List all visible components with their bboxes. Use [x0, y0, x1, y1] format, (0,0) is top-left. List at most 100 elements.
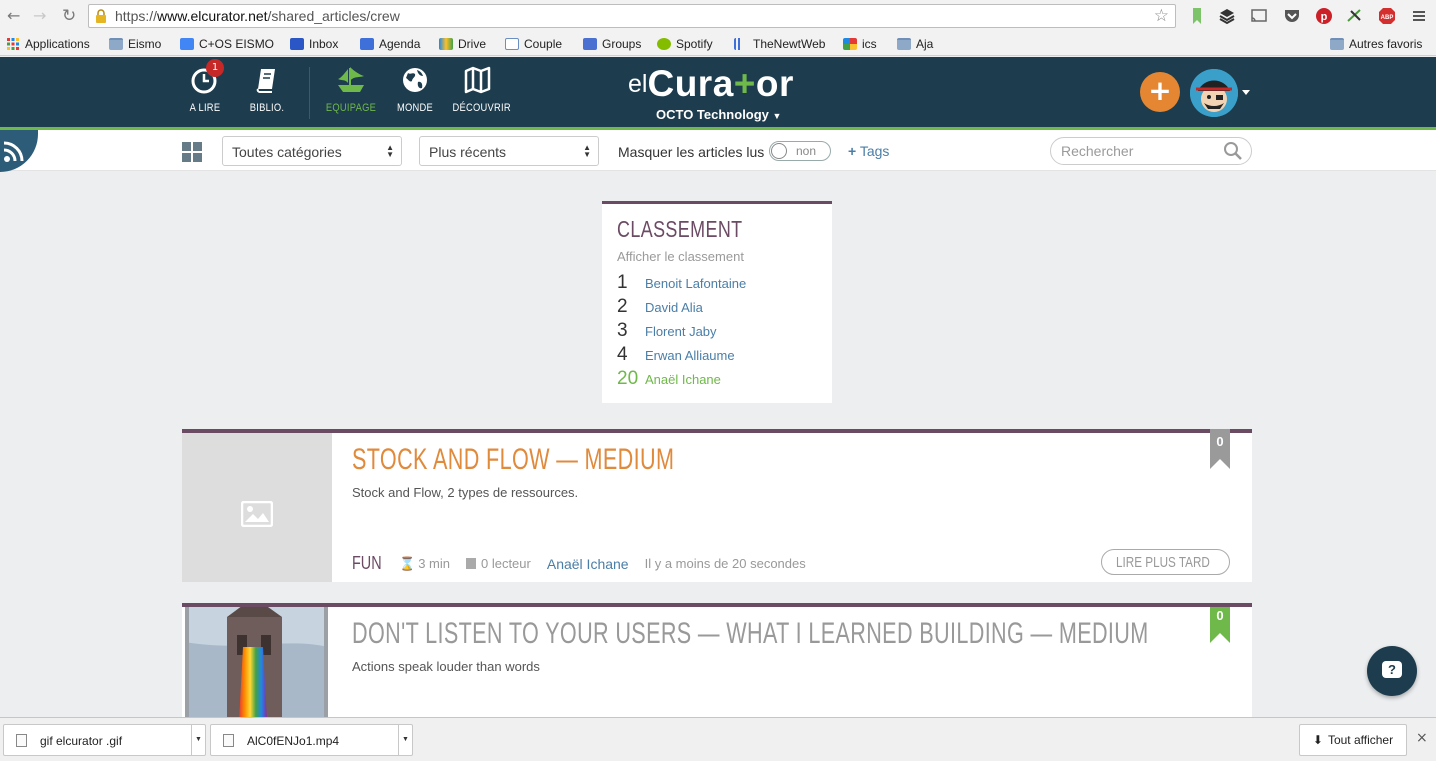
ranking-user-link[interactable]: Florent Jaby [645, 324, 717, 339]
google-icon [180, 38, 194, 50]
download-arrow-icon: ⬇ [1312, 733, 1323, 747]
bookmark-eismo[interactable]: Eismo [109, 35, 161, 53]
bookmark-label: Eismo [128, 37, 162, 51]
groups-icon [583, 38, 597, 50]
svg-text:ABP: ABP [1381, 15, 1394, 21]
pinterest-icon[interactable]: p [1315, 7, 1333, 25]
article-category[interactable]: FUN [352, 553, 382, 574]
church-photo-icon [185, 607, 328, 717]
ranking-show-link[interactable]: Afficher le classement [617, 249, 744, 264]
svg-text:p: p [1321, 11, 1328, 23]
download-menu-icon[interactable]: ▼ [398, 725, 412, 755]
download-item[interactable]: AlC0fENJo1.mp4 ▼ [210, 724, 413, 756]
nav-biblio[interactable]: BIBLIO. [237, 65, 297, 114]
nav-a-lire[interactable]: 1 A LIRE [175, 59, 235, 114]
search-icon[interactable] [1223, 141, 1243, 161]
ranking-user-link[interactable]: David Alia [645, 300, 703, 315]
bookmark-green-icon[interactable] [1188, 7, 1206, 25]
article-counter-flag: 0 [1210, 607, 1230, 643]
download-filename: AlC0fENJo1.mp4 [247, 734, 340, 748]
bookmark-drive[interactable]: Drive [439, 35, 486, 53]
bookmark-label: Couple [524, 37, 563, 51]
show-all-downloads-button[interactable]: ⬇ Tout afficher [1299, 724, 1407, 756]
extension-arrows-icon[interactable] [1346, 7, 1364, 25]
folder-icon [897, 38, 911, 50]
bookmark-aja[interactable]: Aja [897, 35, 933, 53]
bookmark-thenewtweb[interactable]: TheNewtWeb [734, 35, 825, 53]
ranking-user-link[interactable]: Anaël Ichane [645, 372, 721, 387]
close-icon[interactable]: × [1416, 730, 1428, 746]
select-arrows-icon: ▲ ▼ [386, 143, 394, 159]
unread-badge: 1 [206, 59, 224, 77]
add-article-button[interactable]: + [1140, 72, 1180, 112]
bookmark-label: Autres favoris [1349, 37, 1423, 51]
bookmark-star-icon[interactable]: ☆ [1154, 6, 1169, 26]
brand-logo[interactable]: elCura+or [628, 63, 794, 105]
caret-down-icon: ▼ [772, 111, 782, 121]
search-box [1050, 137, 1252, 165]
bookmark-label: ics [862, 37, 877, 51]
grid-view-icon[interactable] [182, 142, 202, 162]
url-path: /shared_articles/crew [267, 8, 400, 24]
bookmark-other[interactable]: Autres favoris [1330, 35, 1422, 53]
avatar-caret-icon[interactable] [1242, 90, 1250, 95]
browser-toolbar: ← → ↻ https://www.elcurator.net/shared_a… [0, 0, 1436, 32]
reload-icon[interactable]: ↻ [62, 6, 76, 26]
file-icon [16, 734, 27, 747]
hide-read-toggle[interactable]: non [769, 141, 831, 161]
bookmark-label: C+OS EISMO [199, 37, 275, 51]
ranking-user-link[interactable]: Erwan Alliaume [645, 348, 735, 363]
avatar[interactable] [1190, 69, 1238, 117]
sort-value: Plus récents [429, 144, 507, 160]
readers: 0 lecteur [465, 556, 531, 571]
cast-icon[interactable] [1250, 7, 1268, 25]
read-later-label: LIRE PLUS TARD [1116, 553, 1210, 571]
address-bar[interactable]: https://www.elcurator.net/shared_article… [88, 4, 1176, 28]
download-menu-icon[interactable]: ▼ [191, 725, 205, 755]
ranking-row: 1 Benoit Lafontaine [617, 272, 746, 296]
article-time-ago: Il y a moins de 20 secondes [644, 556, 806, 571]
read-later-button[interactable]: LIRE PLUS TARD [1101, 549, 1230, 575]
category-select[interactable]: Toutes catégories ▲ ▼ [222, 136, 402, 166]
back-arrow-icon[interactable]: ← [7, 6, 20, 26]
bookmark-groups[interactable]: Groups [583, 35, 641, 53]
layers-icon[interactable] [1218, 7, 1236, 25]
ranking-user-link[interactable]: Benoit Lafontaine [645, 276, 746, 291]
download-item[interactable]: gif elcurator .gif ▼ [3, 724, 206, 756]
nav-monde[interactable]: MONDE [385, 65, 445, 114]
adblock-icon[interactable]: ABP [1378, 7, 1396, 25]
article-author[interactable]: Anaël Ichane [547, 556, 629, 572]
article-title[interactable]: STOCK AND FLOW — MEDIUM [352, 443, 674, 477]
ranking-row-current-user: 20 Anaël Ichane [617, 368, 721, 392]
download-filename: gif elcurator .gif [40, 734, 123, 748]
ranking-row: 3 Florent Jaby [617, 320, 717, 344]
article-thumbnail[interactable] [185, 607, 328, 717]
ranking-row: 4 Erwan Alliaume [617, 344, 735, 368]
article-thumbnail[interactable] [182, 433, 332, 582]
bookmark-applications[interactable]: Applications [6, 35, 90, 53]
brand-cura: Cura [647, 63, 734, 104]
company-selector[interactable]: OCTO Technology ▼ [656, 107, 781, 122]
menu-icon[interactable] [1410, 7, 1428, 25]
bookmark-cos-eismo[interactable]: C+OS EISMO [180, 35, 274, 53]
tags-link[interactable]: + Tags [848, 143, 889, 159]
forward-arrow-icon[interactable]: → [33, 6, 46, 26]
bookmark-ics[interactable]: ics [843, 35, 877, 53]
bookmark-inbox[interactable]: Inbox [290, 35, 338, 53]
nav-decouvrir[interactable]: DÉCOUVRIR [448, 65, 511, 114]
bookmark-couple[interactable]: Couple [505, 35, 562, 53]
brand-or: or [755, 63, 794, 104]
bookmark-agenda[interactable]: Agenda [360, 35, 420, 53]
nav-equipage[interactable]: EQUIPAGE [321, 65, 381, 114]
ranking-row: 2 David Alia [617, 296, 703, 320]
article-title[interactable]: DON'T LISTEN TO YOUR USERS — WHAT I LEAR… [352, 617, 1149, 651]
url-domain: www.elcurator.net [157, 8, 268, 24]
bookmark-spotify[interactable]: Spotify [657, 35, 713, 53]
ranking-number: 1 [617, 272, 628, 293]
globe-icon [403, 68, 427, 92]
help-chat-button[interactable]: ? [1367, 646, 1417, 696]
pocket-icon[interactable] [1283, 7, 1301, 25]
search-input[interactable] [1061, 143, 1221, 159]
ranking-number: 20 [617, 368, 639, 389]
sort-select[interactable]: Plus récents ▲ ▼ [419, 136, 599, 166]
